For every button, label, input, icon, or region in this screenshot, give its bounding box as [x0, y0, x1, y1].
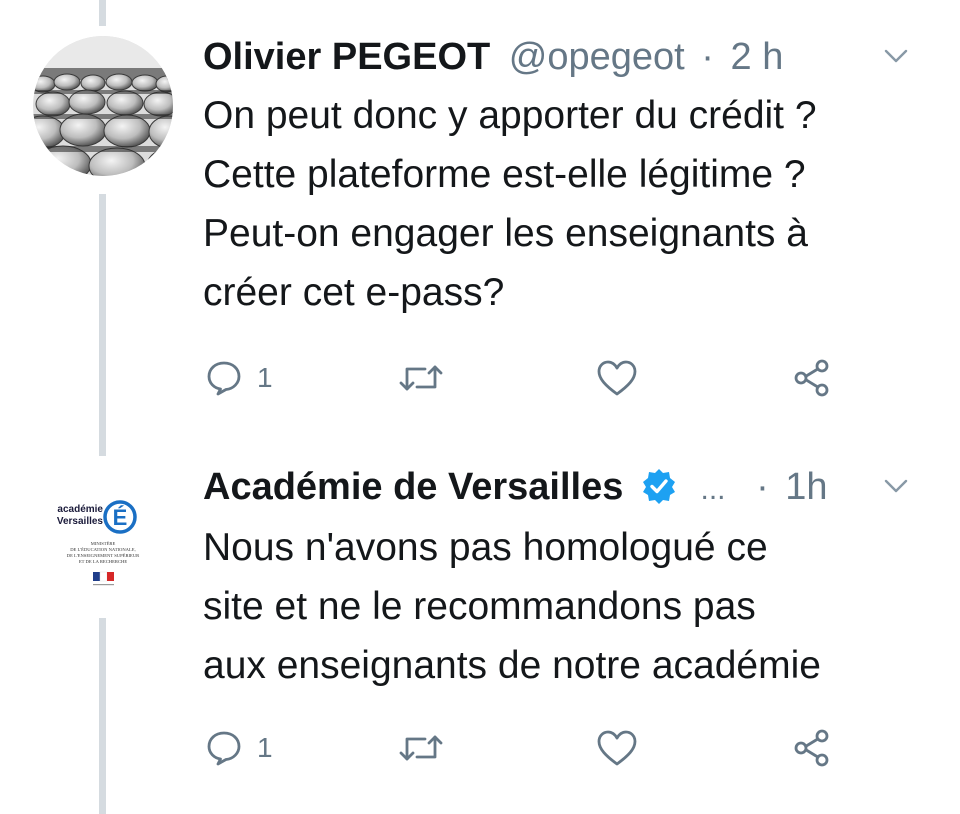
- display-name[interactable]: Académie de Versailles: [203, 466, 623, 508]
- share-button[interactable]: [792, 723, 832, 773]
- retweet-icon: [399, 365, 443, 391]
- retweet-icon: [399, 735, 443, 761]
- timestamp[interactable]: 1h: [785, 466, 827, 508]
- retweet-button[interactable]: [399, 723, 443, 773]
- reply-button[interactable]: 1: [205, 353, 273, 403]
- reply-count: 1: [257, 362, 273, 393]
- ministry-line: DE L'ENSEIGNEMENT SUPÉRIEUR: [67, 553, 140, 558]
- truncation-ellipsis: ...: [700, 473, 726, 506]
- tweet-actions: 1: [203, 353, 863, 403]
- french-flag-icon: [93, 571, 114, 582]
- avatar[interactable]: [33, 36, 173, 176]
- verified-badge-icon: [642, 468, 675, 504]
- retweet-button[interactable]: [399, 353, 443, 403]
- chevron-down-icon[interactable]: [882, 474, 910, 498]
- display-name[interactable]: Olivier PEGEOT: [203, 36, 490, 78]
- tweet-text-line: Peut-on engager les enseignants à: [203, 212, 808, 255]
- tweet-text-line: site et ne le recommandons pas: [203, 585, 756, 628]
- user-handle[interactable]: @opegeot: [509, 36, 685, 78]
- tweet-header: Académie de Versailles ... · 1h: [203, 462, 940, 512]
- reply-icon: [207, 361, 241, 396]
- chevron-down-icon[interactable]: [882, 44, 910, 68]
- tweet-academie-versailles[interactable]: académie Versailles É MINISTÈRE DE L'ÉDU…: [0, 450, 960, 814]
- ministry-line: MINISTÈRE: [91, 541, 116, 546]
- tweet-text-line: créer cet e-pass?: [203, 271, 505, 314]
- tweet-olivier-pegeot[interactable]: Olivier PEGEOT @opegeot · 2 h On peut do…: [0, 0, 960, 450]
- tweet-text: On peut donc y apporter du crédit ? Cett…: [203, 86, 943, 322]
- tweet-text-line: aux enseignants de notre académie: [203, 644, 821, 687]
- logo-letter: É: [113, 505, 128, 530]
- separator-dot: ·: [756, 466, 769, 508]
- heart-icon: [597, 730, 637, 766]
- logo-line2: Versailles: [57, 516, 104, 527]
- academie-versailles-logo-icon: académie Versailles É MINISTÈRE DE L'ÉDU…: [57, 500, 140, 586]
- share-icon: [794, 729, 829, 767]
- tweet-header: Olivier PEGEOT @opegeot · 2 h: [203, 32, 940, 82]
- logo-line1: académie: [57, 504, 103, 515]
- tweet-text-line: Nous n'avons pas homologué ce: [203, 526, 768, 569]
- tweet-text: Nous n'avons pas homologué ce site et ne…: [203, 518, 943, 695]
- heart-icon: [597, 360, 637, 396]
- reply-count: 1: [257, 732, 273, 763]
- tweet-actions: 1: [203, 723, 863, 773]
- tweet-text-line: On peut donc y apporter du crédit ?: [203, 94, 817, 137]
- like-button[interactable]: [596, 723, 638, 773]
- reply-icon: [207, 731, 241, 766]
- crowd-photo-avatar-icon: [33, 36, 173, 176]
- tweet-text-line: Cette plateforme est-elle légitime ?: [203, 153, 806, 196]
- separator-dot: ·: [701, 36, 714, 78]
- ministry-line: ET DE LA RECHERCHE: [79, 559, 127, 564]
- timestamp[interactable]: 2 h: [731, 36, 784, 78]
- reply-button[interactable]: 1: [205, 723, 273, 773]
- share-icon: [794, 359, 829, 397]
- like-button[interactable]: [596, 353, 638, 403]
- share-button[interactable]: [792, 353, 832, 403]
- avatar[interactable]: académie Versailles É MINISTÈRE DE L'ÉDU…: [33, 472, 173, 612]
